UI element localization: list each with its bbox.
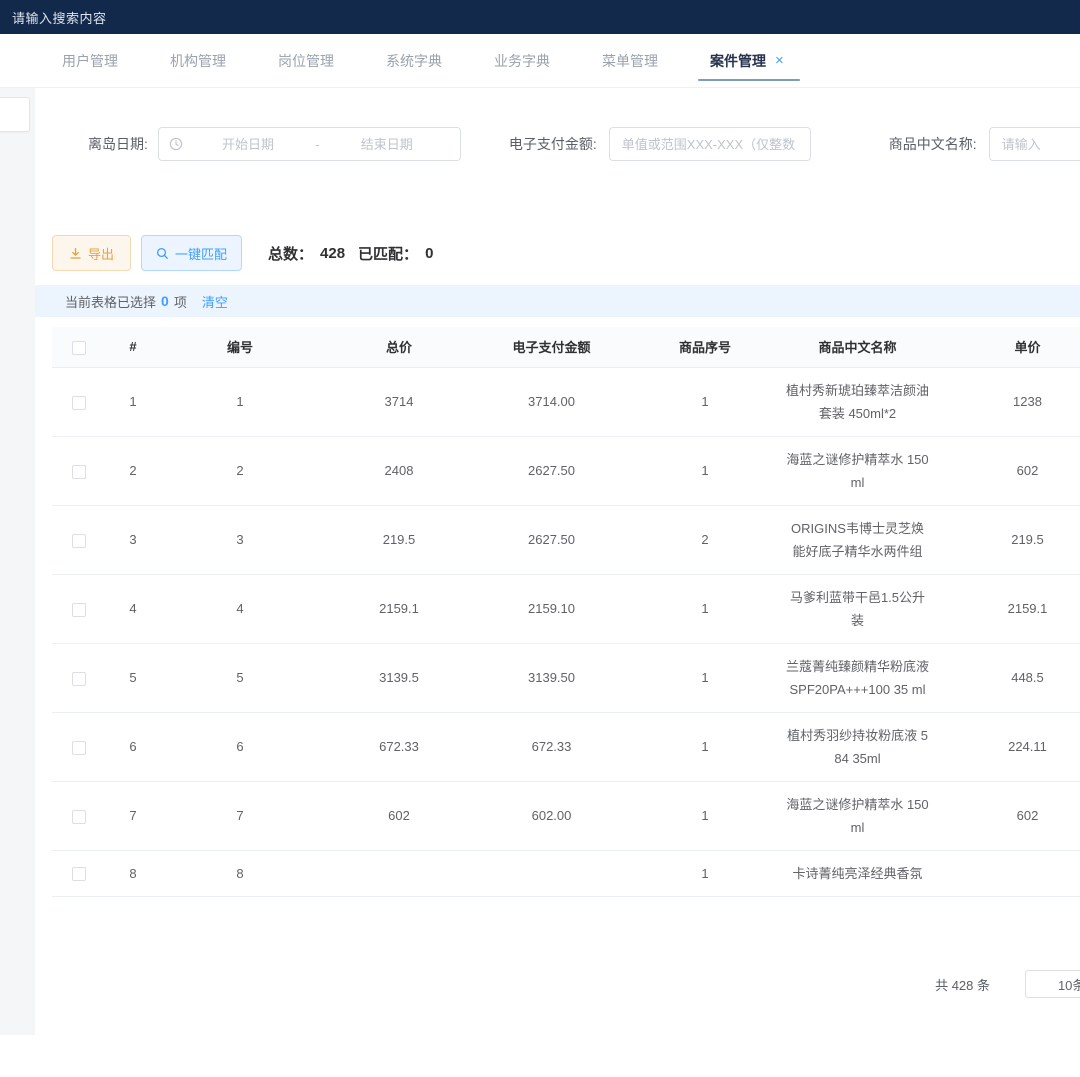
one-click-match-button[interactable]: 一键匹配 <box>141 235 242 271</box>
tab-user-mgmt[interactable]: 用户管理 <box>60 34 120 87</box>
row-checkbox[interactable] <box>72 672 86 686</box>
table-row: 3 3 219.5 2627.50 2 ORIGINS韦博士灵芝焕能好底子精华水… <box>52 505 1080 574</box>
table-stats: 总数： 428 已匹配： 0 <box>268 243 433 264</box>
data-table: # 编号 总价 电子支付金额 商品序号 商品中文名称 单价 1 1 3714 <box>52 327 1080 900</box>
page-size-select[interactable]: 10条/页 <box>1025 970 1080 998</box>
pagination-bar: 共 428 条 10条/页 <box>35 970 1080 998</box>
col-seq: 商品序号 <box>625 327 785 367</box>
col-total: 总价 <box>320 327 478 367</box>
date-range-separator: - <box>311 137 323 152</box>
end-date-input[interactable] <box>324 137 450 152</box>
global-search-input[interactable]: 请输入搜索内容 <box>12 8 107 27</box>
download-icon <box>69 247 82 260</box>
active-tab-underline <box>698 79 800 81</box>
selection-bar: 当前表格已选择 0 项 清空 <box>35 285 1080 317</box>
table-row: 5 5 3139.5 3139.50 1 兰蔻菁纯臻颜精华粉底液SPF20PA+… <box>52 643 1080 712</box>
col-code: 编号 <box>160 327 320 367</box>
table-row: 8 8 1 卡诗菁纯亮泽经典香氛 <box>52 850 1080 896</box>
row-checkbox[interactable] <box>72 603 86 617</box>
table-row: 4 4 2159.1 2159.10 1 马爹利蓝带干邑1.5公升装 2159.… <box>52 574 1080 643</box>
table-header-row: # 编号 总价 电子支付金额 商品序号 商品中文名称 单价 <box>52 327 1080 367</box>
top-navbar: 请输入搜索内容 <box>0 0 1080 34</box>
matched-label: 已匹配： <box>358 243 418 264</box>
amount-filter-label: 电子支付金额: <box>509 134 597 154</box>
search-icon <box>156 247 169 260</box>
tab-post-mgmt[interactable]: 岗位管理 <box>276 34 336 87</box>
table-row: 2 2 2408 2627.50 1 海蓝之谜修护精萃水 150ml 602 <box>52 436 1080 505</box>
content-card: 离岛日期: - 电子支付金额: 商品中文名称: 导出 一键匹配 <box>35 88 1080 1035</box>
tab-menu-mgmt[interactable]: 菜单管理 <box>600 34 660 87</box>
row-checkbox[interactable] <box>72 810 86 824</box>
filter-row: 离岛日期: - 电子支付金额: 商品中文名称: <box>35 127 1080 161</box>
selection-count: 0 <box>161 293 169 309</box>
table-row: 7 7 602 602.00 1 海蓝之谜修护精萃水 150ml 602 <box>52 781 1080 850</box>
row-checkbox[interactable] <box>72 741 86 755</box>
product-name-input[interactable] <box>989 127 1080 161</box>
col-unit: 单价 <box>930 327 1080 367</box>
tab-org-mgmt[interactable]: 机构管理 <box>168 34 228 87</box>
tab-bar: 用户管理 机构管理 岗位管理 系统字典 业务字典 菜单管理 案件管理 × <box>0 34 1080 88</box>
tab-business-dict[interactable]: 业务字典 <box>492 34 552 87</box>
matched-value: 0 <box>425 245 433 262</box>
tab-case-mgmt[interactable]: 案件管理 × <box>708 34 786 87</box>
total-label: 总数： <box>268 243 313 264</box>
start-date-input[interactable] <box>185 137 311 152</box>
row-checkbox[interactable] <box>72 396 86 410</box>
selection-suffix: 项 <box>174 292 187 311</box>
clock-icon <box>169 137 183 151</box>
table-row: 6 6 672.33 672.33 1 植村秀羽纱持妆粉底液 584 35ml … <box>52 712 1080 781</box>
table-row: 1 1 3714 3714.00 1 植村秀新琥珀臻萃洁颜油套装 450ml*2… <box>52 367 1080 436</box>
row-checkbox[interactable] <box>72 867 86 881</box>
total-value: 428 <box>320 245 345 262</box>
row-checkbox[interactable] <box>72 534 86 548</box>
select-all-checkbox[interactable] <box>72 341 86 355</box>
selection-prefix: 当前表格已选择 <box>65 292 156 311</box>
epay-amount-input[interactable] <box>609 127 811 161</box>
clear-selection-link[interactable]: 清空 <box>202 292 228 311</box>
toolbar: 导出 一键匹配 总数： 428 已匹配： 0 <box>52 235 1080 271</box>
tab-system-dict[interactable]: 系统字典 <box>384 34 444 87</box>
tab-close-icon[interactable]: × <box>775 52 784 69</box>
col-index: # <box>106 327 160 367</box>
date-range-picker[interactable]: - <box>158 127 461 161</box>
row-checkbox[interactable] <box>72 465 86 479</box>
product-name-filter-label: 商品中文名称: <box>889 134 977 154</box>
collapsed-panel-box[interactable] <box>0 97 30 132</box>
left-gutter <box>0 88 35 1035</box>
col-name: 商品中文名称 <box>785 327 930 367</box>
col-epay: 电子支付金额 <box>478 327 625 367</box>
case-mgmt-page: 离岛日期: - 电子支付金额: 商品中文名称: 导出 一键匹配 <box>0 88 1080 1077</box>
export-button[interactable]: 导出 <box>52 235 131 271</box>
date-filter-label: 离岛日期: <box>88 134 148 154</box>
pagination-total: 共 428 条 <box>935 975 990 994</box>
